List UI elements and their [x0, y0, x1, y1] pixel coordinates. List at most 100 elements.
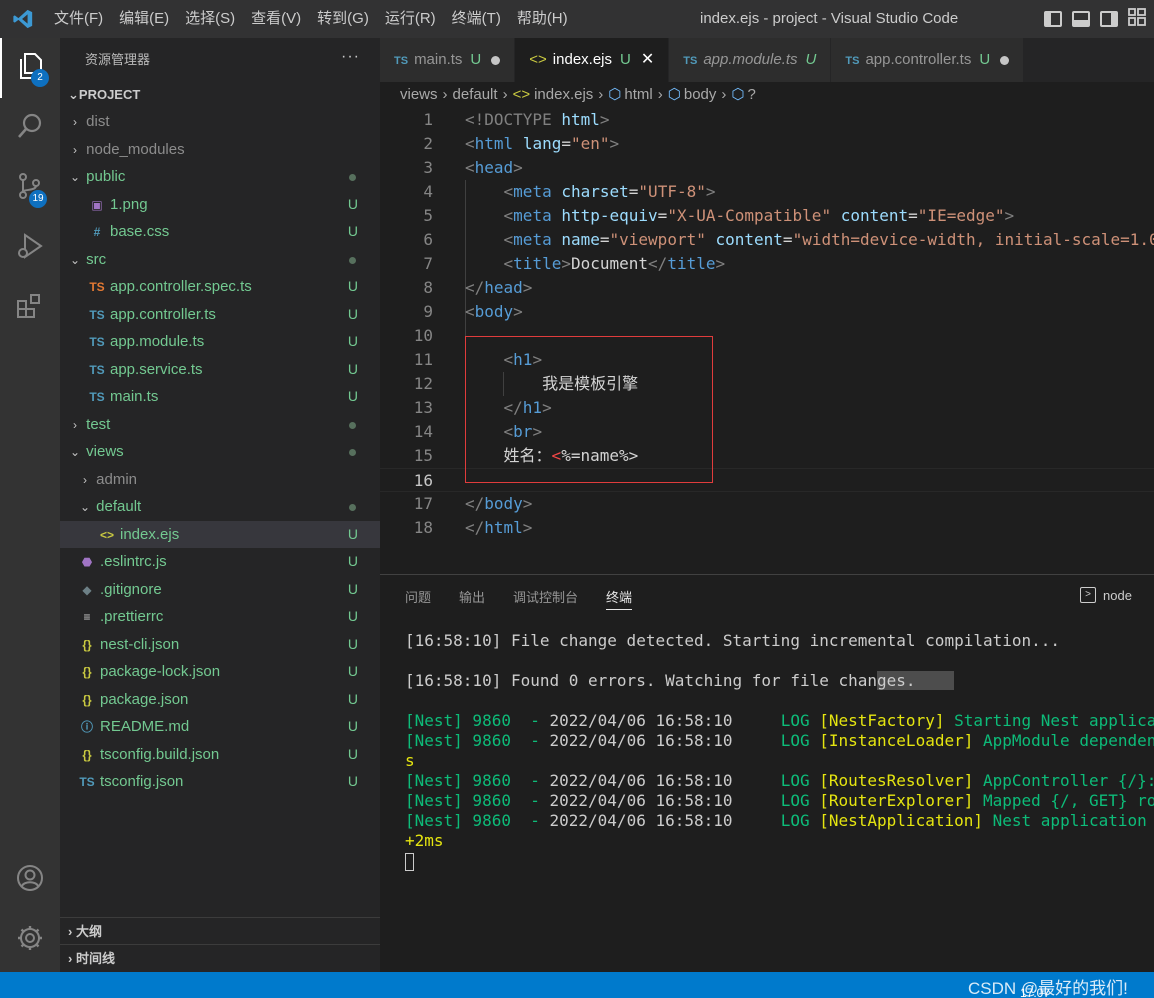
tree-item[interactable]: TS app.service.ts U	[60, 356, 380, 384]
ejs-file-icon: <>	[99, 527, 114, 542]
timeline-label: 时间线	[75, 951, 115, 966]
toggle-secondary-sidebar-icon[interactable]	[1100, 11, 1118, 27]
typescript-file-icon: TS	[89, 335, 105, 349]
tree-item[interactable]: # base.css U	[60, 218, 380, 246]
tree-item[interactable]: TS app.controller.spec.ts U	[60, 273, 380, 301]
tree-item[interactable]: TS app.controller.ts U	[60, 301, 380, 329]
project-header[interactable]: ⌄PROJECT	[60, 82, 380, 108]
git-status-untracked: U	[347, 360, 358, 377]
tree-item-label: nest-cli.json	[100, 635, 180, 653]
outline-section[interactable]: › 大纲	[60, 917, 380, 944]
breadcrumb-file[interactable]: index.ejs	[534, 86, 593, 103]
run-debug-activity[interactable]	[0, 218, 60, 278]
menu-run[interactable]: 运行(R)	[377, 0, 444, 38]
menu-terminal[interactable]: 终端(T)	[444, 0, 509, 38]
terminal-selector[interactable]: > node	[1080, 587, 1132, 603]
vscode-logo-icon[interactable]	[0, 0, 46, 38]
tab-terminal[interactable]: 终端	[606, 587, 633, 610]
tree-item[interactable]: ▣ 1.png U	[60, 191, 380, 219]
terminal-cursor[interactable]	[405, 851, 414, 871]
menu-file[interactable]: 文件(F)	[46, 0, 111, 38]
tree-item[interactable]: ⬣ .eslintrc.js U	[60, 548, 380, 576]
element-icon: ⬡	[608, 86, 622, 103]
typescript-file-icon: TS	[845, 55, 860, 67]
line-content: </html>	[465, 518, 533, 537]
tree-item[interactable]: <> index.ejs U	[60, 520, 380, 548]
breadcrumb-unknown[interactable]: ?	[748, 86, 756, 103]
unsaved-dot-icon[interactable]	[491, 55, 501, 65]
tab-main-ts[interactable]: TS main.ts U	[380, 38, 516, 82]
tree-item[interactable]: ⌄ views	[60, 438, 380, 466]
tree-item[interactable]: › test	[60, 411, 380, 439]
tab-label: app.module.ts	[703, 51, 798, 68]
search-activity[interactable]	[0, 98, 60, 158]
breadcrumb-default[interactable]: default	[453, 86, 498, 103]
tree-item-label: src	[86, 250, 107, 268]
unsaved-dot-icon[interactable]	[1000, 55, 1010, 65]
tree-item[interactable]: ⌄ default	[60, 493, 380, 521]
tree-item-label: package.json	[100, 690, 189, 708]
tree-item[interactable]: TS tsconfig.json U	[60, 768, 380, 796]
tree-item[interactable]: › dist	[60, 108, 380, 136]
tree-item[interactable]: TS main.ts U	[60, 383, 380, 411]
tab-label: app.controller.ts	[865, 51, 972, 68]
tab-index-ejs[interactable]: <> index.ejs U ✕	[515, 38, 670, 82]
toggle-sidebar-icon[interactable]	[1044, 11, 1062, 27]
eslint-file-icon: ⬣	[81, 555, 93, 569]
tab-git-status: U	[470, 51, 482, 68]
tree-item[interactable]: ⌄ src	[60, 246, 380, 274]
terminal-line: [Nest] 9860 - 2022/04/06 16:58:10 LOG [I…	[405, 731, 1154, 750]
menu-edit[interactable]: 编辑(E)	[111, 0, 177, 38]
line-content: <meta charset="UTF-8">	[503, 182, 716, 201]
menu-go[interactable]: 转到(G)	[309, 0, 377, 38]
tab-output[interactable]: 输出	[459, 587, 485, 610]
extensions-activity[interactable]	[0, 278, 60, 338]
manage-activity[interactable]	[0, 910, 60, 970]
git-status-dot-icon	[349, 504, 356, 511]
code-line: 6 <meta name="viewport" content="width=d…	[380, 228, 1154, 252]
menu-selection[interactable]: 选择(S)	[177, 0, 243, 38]
tab-label: main.ts	[414, 51, 463, 68]
line-number: 17	[413, 494, 433, 513]
tree-item[interactable]: {} tsconfig.build.json U	[60, 741, 380, 769]
chevron-right-icon: ›	[721, 86, 727, 103]
git-status-dot-icon	[349, 256, 356, 264]
extensions-icon	[15, 291, 45, 326]
breadcrumb-html[interactable]: html	[624, 86, 652, 103]
tab-app-module-ts[interactable]: TS app.module.ts U	[669, 38, 832, 82]
close-icon[interactable]: ✕	[641, 51, 654, 68]
tree-item[interactable]: TS app.module.ts U	[60, 328, 380, 356]
file-tree: › dist › node_modules ⌄ public ▣ 1.png U # base…	[60, 108, 380, 796]
explorer-sidebar: 资源管理器 ··· ⌄PROJECT › dist › node_modules ⌄…	[60, 38, 380, 972]
tab-problems[interactable]: 问题	[405, 587, 431, 610]
customize-layout-icon[interactable]	[1128, 8, 1146, 30]
tree-item[interactable]: ◆ .gitignore U	[60, 576, 380, 604]
toggle-panel-icon[interactable]	[1072, 11, 1090, 27]
breadcrumb-body[interactable]: body	[684, 86, 717, 103]
explorer-activity[interactable]: 2	[0, 38, 60, 98]
git-status-untracked: U	[347, 305, 358, 322]
tab-debug-console[interactable]: 调试控制台	[513, 587, 578, 610]
tree-item[interactable]: {} package-lock.json U	[60, 658, 380, 686]
breadcrumb-views[interactable]: views	[400, 86, 438, 103]
status-bar: CSDN @最好的我们! 17:07	[0, 972, 1154, 998]
tree-item[interactable]: ⌄ public	[60, 163, 380, 191]
accounts-activity[interactable]	[0, 850, 60, 910]
tree-item-label: .gitignore	[100, 580, 162, 598]
tree-item[interactable]: ≡ .prettierrc U	[60, 603, 380, 631]
tab-app-controller-ts[interactable]: TS app.controller.ts U	[831, 38, 1025, 82]
tree-item-label: dist	[86, 113, 110, 130]
git-status-untracked: U	[347, 278, 358, 294]
source-control-activity[interactable]: 19	[0, 158, 60, 218]
menu-help[interactable]: 帮助(H)	[509, 0, 576, 38]
tree-item[interactable]: ⓘ README.md U	[60, 713, 380, 741]
more-actions-icon[interactable]: ···	[341, 48, 360, 66]
tree-item[interactable]: › node_modules	[60, 136, 380, 164]
tree-item[interactable]: {} nest-cli.json U	[60, 631, 380, 659]
menu-view[interactable]: 查看(V)	[243, 0, 309, 38]
code-line: 4 <meta charset="UTF-8">	[380, 180, 1154, 204]
tree-item[interactable]: › admin	[60, 466, 380, 494]
timeline-section[interactable]: › 时间线	[60, 944, 380, 971]
tree-item[interactable]: {} package.json U	[60, 686, 380, 714]
chevron-right-icon: ›	[68, 951, 73, 966]
